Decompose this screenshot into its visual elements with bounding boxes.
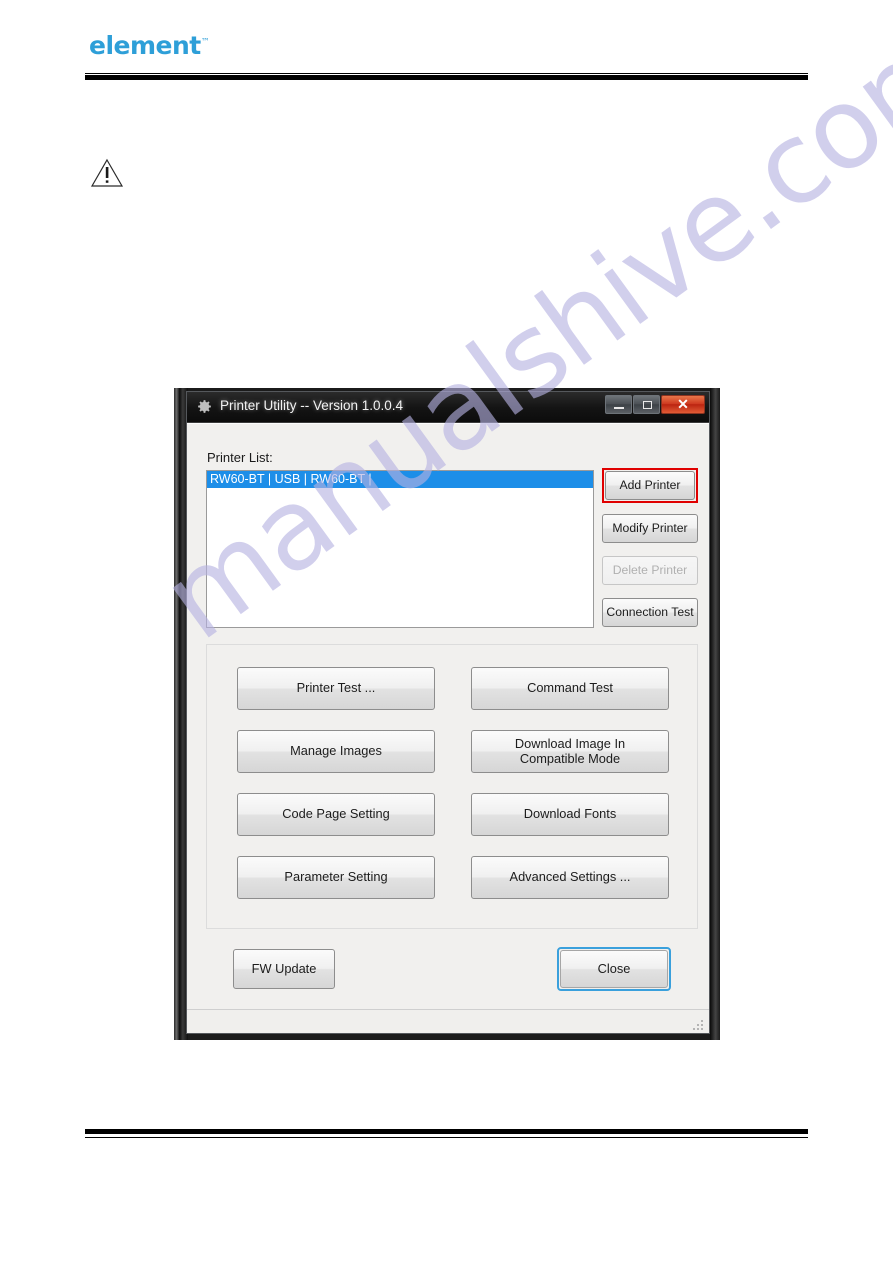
- maximize-icon: [643, 401, 652, 409]
- minimize-icon: [614, 407, 624, 409]
- code-page-setting-button[interactable]: Code Page Setting: [237, 793, 435, 836]
- minimize-button[interactable]: [605, 395, 632, 414]
- parameter-setting-button[interactable]: Parameter Setting: [237, 856, 435, 899]
- printer-list-box[interactable]: RW60-BT | USB | RW60-BT |: [206, 470, 594, 628]
- tools-group-panel: Printer Test ... Command Test Manage Ima…: [206, 644, 698, 929]
- command-test-button[interactable]: Command Test: [471, 667, 669, 710]
- advanced-settings-button[interactable]: Advanced Settings ...: [471, 856, 669, 899]
- fw-update-button[interactable]: FW Update: [233, 949, 335, 989]
- download-fonts-button[interactable]: Download Fonts: [471, 793, 669, 836]
- printer-utility-window: Printer Utility -- Version 1.0.0.4 ✕ Pri…: [174, 388, 720, 1040]
- close-button[interactable]: Close: [560, 950, 668, 988]
- resize-grip-icon[interactable]: [692, 1020, 705, 1033]
- download-image-compatible-mode-button[interactable]: Download Image In Compatible Mode: [471, 730, 669, 773]
- close-button-focus-ring: Close: [557, 947, 671, 991]
- add-printer-button[interactable]: Add Printer: [605, 471, 695, 500]
- manage-images-button[interactable]: Manage Images: [237, 730, 435, 773]
- connection-test-button[interactable]: Connection Test: [602, 598, 698, 627]
- logo-text: element: [89, 31, 201, 60]
- printer-test-button[interactable]: Printer Test ...: [237, 667, 435, 710]
- printer-list-label: Printer List:: [207, 450, 273, 465]
- window-titlebar[interactable]: Printer Utility -- Version 1.0.0.4 ✕: [187, 392, 709, 423]
- close-icon: ✕: [677, 396, 689, 412]
- maximize-button[interactable]: [633, 395, 660, 414]
- add-printer-highlight: Add Printer: [602, 468, 698, 503]
- footer-rule-thin: [85, 1137, 808, 1138]
- window-statusbar: [187, 1009, 709, 1033]
- document-header: element™: [0, 0, 893, 100]
- modify-printer-button[interactable]: Modify Printer: [602, 514, 698, 543]
- window-client-area: Printer List: RW60-BT | USB | RW60-BT | …: [187, 423, 709, 1033]
- header-rule-thick: [85, 75, 808, 80]
- footer-rule-thick: [85, 1129, 808, 1134]
- window-controls: ✕: [605, 395, 705, 414]
- warning-triangle-icon: [90, 158, 124, 188]
- list-item[interactable]: RW60-BT | USB | RW60-BT |: [207, 471, 593, 488]
- logo-trademark: ™: [200, 37, 210, 48]
- element-logo: element™: [89, 33, 210, 58]
- header-rule-thin: [85, 73, 808, 74]
- close-window-button[interactable]: ✕: [661, 395, 705, 414]
- printer-actions-column: Add Printer Modify Printer Delete Printe…: [602, 468, 698, 640]
- tools-button-grid: Printer Test ... Command Test Manage Ima…: [237, 667, 669, 899]
- delete-printer-button: Delete Printer: [602, 556, 698, 585]
- gear-icon: [196, 398, 213, 415]
- window-title: Printer Utility -- Version 1.0.0.4: [220, 398, 404, 413]
